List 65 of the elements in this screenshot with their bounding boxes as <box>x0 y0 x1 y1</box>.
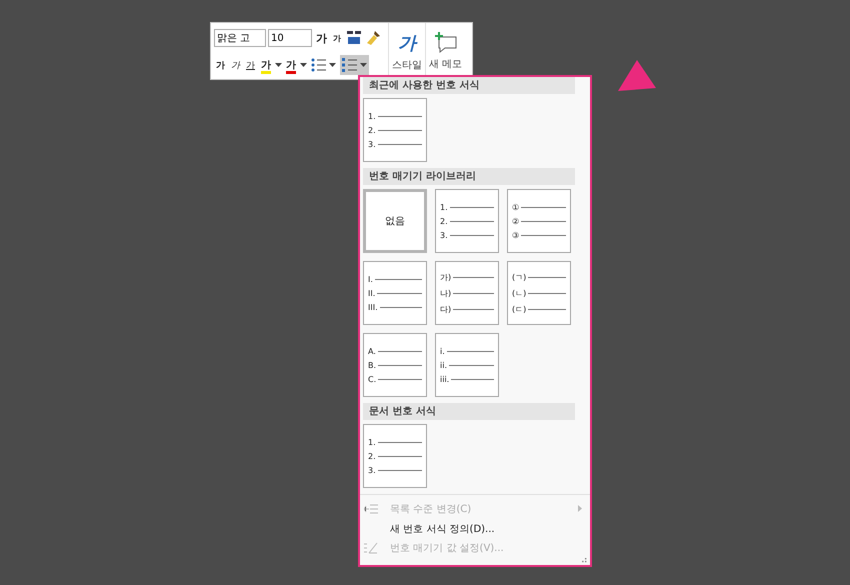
numbering-format-option[interactable]: 가) 나) 다) <box>435 261 499 325</box>
list-marker: 나) <box>440 288 452 298</box>
list-marker: A. <box>368 346 376 356</box>
list-marker: I. <box>368 274 373 284</box>
bold-button[interactable]: 가 <box>214 55 227 75</box>
list-marker: (ㄴ) <box>512 288 526 298</box>
dropdown-arrow-icon[interactable] <box>360 62 367 68</box>
list-marker: C. <box>368 374 376 384</box>
numbering-format-option[interactable]: (ㄱ) (ㄴ) (ㄷ) <box>507 261 571 325</box>
numbering-format-option[interactable]: 1. 2. 3. <box>363 424 427 488</box>
list-marker: 3. <box>368 140 376 148</box>
grow-font-button[interactable]: 가 <box>314 28 329 48</box>
list-marker: III. <box>368 302 378 312</box>
list-marker: 1. <box>368 438 376 446</box>
font-size-field[interactable]: 10 <box>268 29 312 47</box>
list-marker: (ㄷ) <box>512 304 526 314</box>
indent-icon <box>364 502 378 515</box>
list-marker: 3. <box>440 230 448 240</box>
submenu-arrow-icon <box>578 505 582 512</box>
phonetic-guide-icon[interactable] <box>345 29 363 47</box>
dropdown-arrow-icon[interactable] <box>300 62 307 68</box>
list-marker: 2. <box>440 216 448 226</box>
styles-icon: 가 <box>398 30 416 54</box>
menu-item[interactable]: 새 번호 서식 정의(D)... <box>360 518 590 539</box>
numbering-format-option[interactable]: I. II. III. <box>363 261 427 325</box>
list-marker: 1. <box>368 112 376 120</box>
list-marker: 2. <box>368 126 376 134</box>
resize-grip-icon[interactable] <box>582 558 587 563</box>
numbering-format-option[interactable]: i. ii. iii. <box>435 333 499 397</box>
numbering-format-option[interactable]: ① ② ③ <box>507 189 571 253</box>
highlight-button[interactable]: 가 <box>259 55 273 75</box>
numbering-format-option[interactable]: 1. 2. 3. <box>363 98 427 162</box>
font-name-field[interactable]: 맑은 고 <box>214 29 266 47</box>
list-marker: 다) <box>440 304 452 314</box>
numbered-list-icon[interactable] <box>342 58 358 72</box>
list-marker: 3. <box>368 466 376 474</box>
list-marker: ① <box>512 202 520 212</box>
list-marker: ii. <box>440 360 447 370</box>
list-marker: ③ <box>512 230 520 240</box>
font-color-button[interactable]: 가 <box>284 55 298 75</box>
bullet-list-icon[interactable] <box>311 58 327 72</box>
list-marker: B. <box>368 360 376 370</box>
section-header: 최근에 사용한 번호 서식 <box>363 77 575 94</box>
format-painter-icon[interactable] <box>365 29 383 47</box>
list-marker: 2. <box>368 452 376 460</box>
comment-icon[interactable] <box>434 32 458 54</box>
numbering-format-option[interactable]: A. B. C. <box>363 333 427 397</box>
section-header: 문서 번호 서식 <box>363 403 575 420</box>
list-marker: 가) <box>440 272 452 282</box>
list-marker: i. <box>440 346 445 356</box>
list-marker: (ㄱ) <box>512 272 526 282</box>
underline-button[interactable]: 가 <box>244 55 257 75</box>
list-marker: II. <box>368 288 376 298</box>
numbering-format-option[interactable]: 1. 2. 3. <box>435 189 499 253</box>
section-header: 번호 매기기 라이브러리 <box>363 168 575 185</box>
triangle-marker <box>618 60 656 91</box>
numbering-value-icon <box>364 541 378 556</box>
none-option[interactable]: 없음 <box>363 189 427 253</box>
list-marker: ② <box>512 216 520 226</box>
italic-button[interactable]: 가 <box>229 55 242 75</box>
dropdown-arrow-icon[interactable] <box>329 62 336 68</box>
shrink-font-button[interactable]: 가 <box>331 28 343 48</box>
list-marker: 1. <box>440 202 448 212</box>
list-marker: iii. <box>440 374 450 384</box>
dropdown-arrow-icon[interactable] <box>275 62 282 68</box>
